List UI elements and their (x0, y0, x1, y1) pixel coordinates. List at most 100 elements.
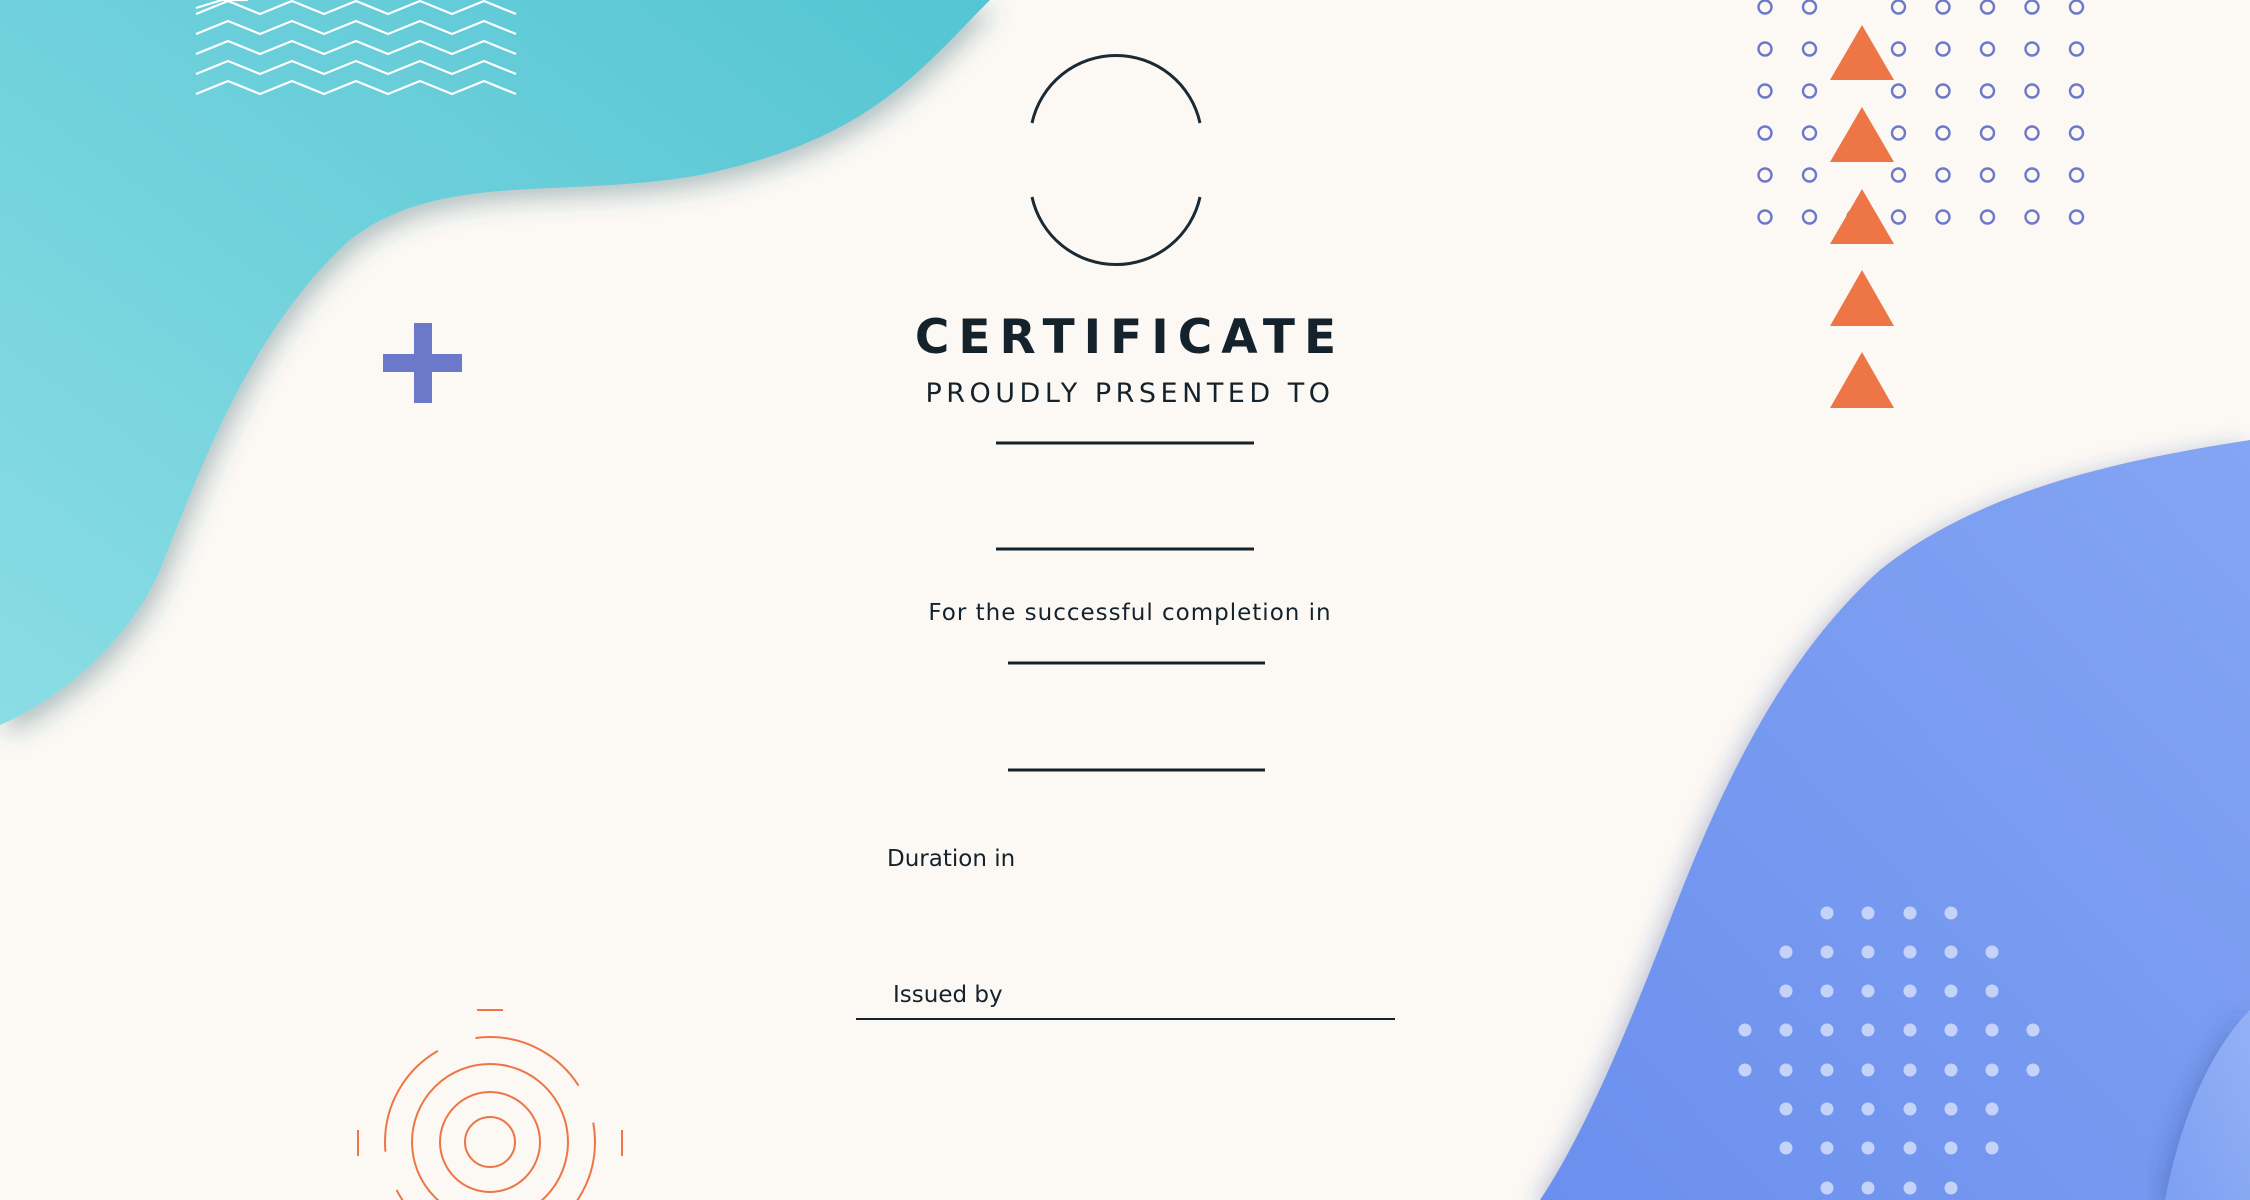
arc-emblem (1030, 54, 1202, 266)
ring-dot (1757, 167, 1773, 183)
ring-dot (2068, 83, 2085, 99)
grid-dot (1944, 1181, 1958, 1195)
grid-dot (1903, 1063, 1917, 1077)
grid-dot (1985, 945, 1999, 959)
ring-dot (2024, 41, 2040, 57)
grid-dot (1985, 1141, 1999, 1155)
grid-dot (1985, 1063, 1999, 1077)
ring-dot (1757, 209, 1773, 225)
ring-dot (2068, 41, 2085, 57)
ring-dot (2068, 209, 2085, 225)
grid-dot (1903, 984, 1917, 998)
grid-dot (1944, 1063, 1958, 1077)
ring-dot (1935, 167, 1951, 183)
ring-dot (1979, 0, 1996, 15)
grid-dot (1820, 1063, 1834, 1077)
completion-text: For the successful completion in (928, 600, 1332, 626)
grid-dot (1985, 1023, 1999, 1037)
grid-dot (1779, 1063, 1793, 1077)
blue-wave-shape (1540, 440, 2250, 1200)
grid-dot (1944, 1023, 1958, 1037)
ring-dot (2068, 125, 2085, 141)
target-circles (357, 1009, 623, 1200)
grid-dot (1903, 945, 1917, 959)
ring-dot (1890, 167, 1907, 183)
grid-dot (1903, 906, 1917, 920)
grid-dot (2026, 1063, 2040, 1077)
grid-dot (1861, 1181, 1875, 1195)
ring-dot (1935, 0, 1951, 15)
ring-dot (1979, 83, 1996, 99)
grid-dot (1820, 1141, 1834, 1155)
grid-dot (1944, 984, 1958, 998)
grid-dot (1738, 1063, 1752, 1077)
grid-dot (1779, 945, 1793, 959)
ring-dot (2068, 167, 2085, 183)
grid-dot (1861, 945, 1875, 959)
grid-dot (1903, 1102, 1917, 1116)
grid-dot (1738, 1023, 1752, 1037)
ring-dot (1979, 125, 1996, 141)
grid-dot (1903, 1023, 1917, 1037)
ring-dot (1979, 41, 1996, 57)
ring-dot (1801, 0, 1818, 15)
grid-dot (1861, 1023, 1875, 1037)
grid-dot (1820, 945, 1834, 959)
ring-dot (1757, 41, 1773, 57)
grid-dot (1944, 945, 1958, 959)
grid-dot (1820, 984, 1834, 998)
grid-dot (1985, 1102, 1999, 1116)
ring-dot (1801, 41, 1818, 57)
grid-dot (1944, 1102, 1958, 1116)
grid-dot (1820, 906, 1834, 920)
ring-dot (2024, 83, 2040, 99)
ring-dot (1935, 125, 1951, 141)
form-lines (856, 441, 1395, 1020)
ring-dot (1890, 125, 1907, 141)
grid-dot (1861, 1063, 1875, 1077)
ring-dot (1935, 209, 1951, 225)
ring-dot (2024, 167, 2040, 183)
ring-dot (1979, 209, 1996, 225)
ring-dot (1935, 41, 1951, 57)
grid-dot (1861, 1102, 1875, 1116)
ring-dot (2024, 125, 2040, 141)
ring-dot (1757, 0, 1773, 15)
grid-dot (1903, 1141, 1917, 1155)
plus-icon (383, 323, 462, 403)
grid-dot (2026, 1023, 2040, 1037)
grid-dot (1779, 984, 1793, 998)
ring-dot (2024, 209, 2040, 225)
ring-dot (1890, 209, 1907, 225)
issued-by-label: Issued by (893, 982, 1003, 1008)
ring-dot (1801, 167, 1818, 183)
grid-dot (1779, 1141, 1793, 1155)
ring-dot (1801, 83, 1818, 99)
certificate-page: CERTIFICATE PROUDLY PRSENTED TO For the … (0, 0, 2250, 1200)
ring-dot (1890, 0, 1907, 15)
grid-dot (1861, 1141, 1875, 1155)
grid-dot (1861, 984, 1875, 998)
ring-dot (1801, 209, 1818, 225)
presented-to-subtitle: PROUDLY PRSENTED TO (925, 378, 1335, 409)
grid-dot (1820, 1102, 1834, 1116)
ring-dot (1801, 125, 1818, 141)
ring-dot (2024, 0, 2040, 15)
grid-dot (1779, 1023, 1793, 1037)
grid-dot (1779, 1102, 1793, 1116)
certificate-title: CERTIFICATE (914, 310, 1346, 365)
ring-dot (1935, 83, 1951, 99)
grid-dot (1944, 906, 1958, 920)
ring-grid (1757, 0, 2085, 225)
grid-dot (1903, 1181, 1917, 1195)
ring-dot (2068, 0, 2085, 15)
duration-label: Duration in (887, 846, 1016, 872)
grid-dot (1944, 1141, 1958, 1155)
ring-dot (1979, 167, 1996, 183)
ring-dot (1890, 83, 1907, 99)
grid-dot (1861, 906, 1875, 920)
ring-dot (1890, 41, 1907, 57)
ring-dot (1757, 125, 1773, 141)
ring-dot (1757, 83, 1773, 99)
grid-dot (1820, 1023, 1834, 1037)
